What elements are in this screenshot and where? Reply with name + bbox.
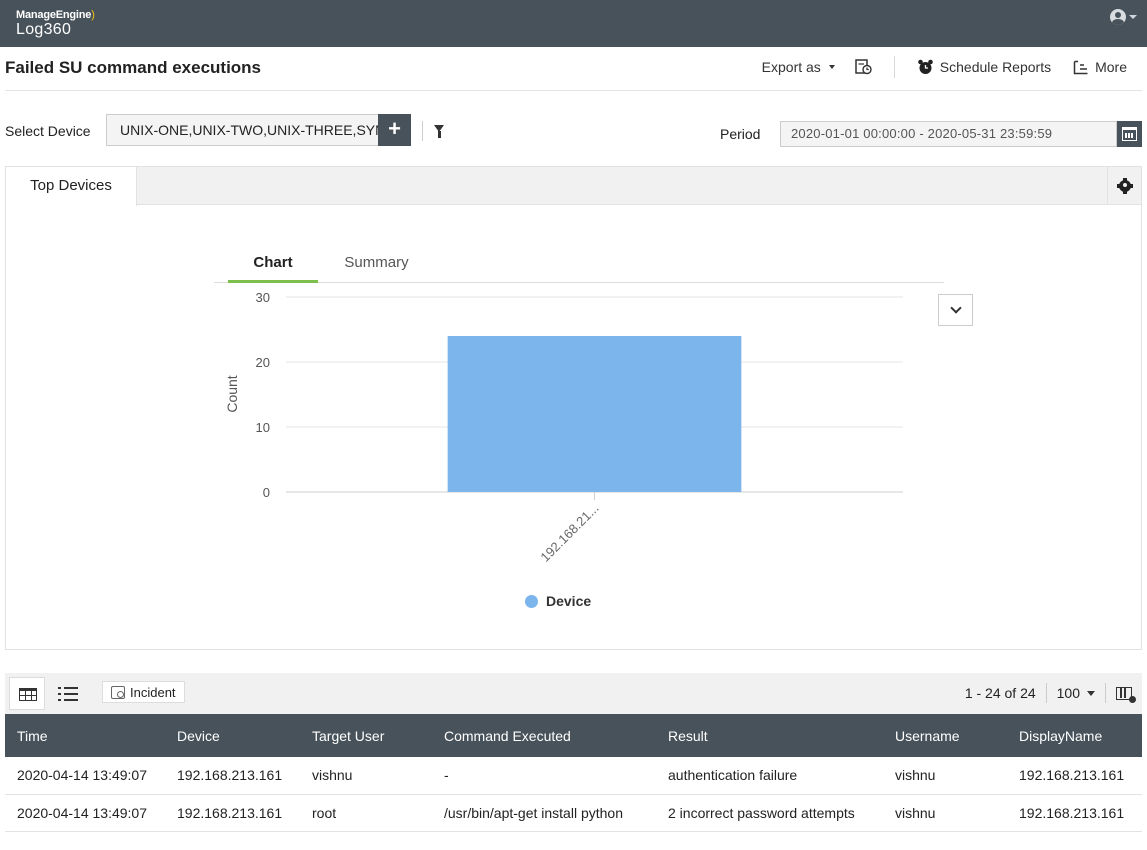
- panel-header: Top Devices: [6, 167, 1141, 206]
- column-command-executed-cell: -: [444, 767, 449, 784]
- bar-192.168.21...[interactable]: [447, 336, 742, 492]
- column-settings-icon[interactable]: [1116, 686, 1136, 703]
- legend-swatch: [525, 594, 538, 608]
- list-icon: [58, 687, 78, 701]
- column-target-user-cell: root: [312, 804, 337, 821]
- y-tick-label: 10: [256, 420, 270, 435]
- column-device-header[interactable]: Device: [165, 714, 300, 757]
- calendar-button[interactable]: [1117, 121, 1142, 147]
- column-time-cell: 2020-04-14 13:49:07: [17, 767, 147, 784]
- column-target-user-header[interactable]: Target User: [300, 714, 432, 757]
- vendor-logo: ManageEngine): [16, 9, 95, 21]
- table-toolbar: Incident 1 - 24 of 24 100: [5, 673, 1142, 714]
- tab-chart[interactable]: Chart: [228, 252, 318, 283]
- grid-view-button[interactable]: [9, 677, 45, 710]
- top-bar: ManageEngine) Log360: [0, 0, 1147, 47]
- period-field[interactable]: 2020-01-01 00:00:00 - 2020-05-31 23:59:5…: [780, 121, 1117, 147]
- chevron-down-icon: [950, 302, 962, 314]
- page-title: Failed SU command executions: [5, 58, 262, 77]
- column-username-header[interactable]: Username: [883, 714, 1007, 757]
- add-device-button[interactable]: +: [378, 114, 411, 146]
- x-tick-label: 192.168.21...: [537, 501, 601, 565]
- more-options-icon: [1073, 60, 1088, 74]
- divider: [1105, 683, 1106, 703]
- legend-label: Device: [546, 593, 592, 609]
- header-divider: [5, 90, 1142, 91]
- gear-icon: [1117, 180, 1133, 192]
- chart-bars: [447, 336, 742, 492]
- tab-top-devices[interactable]: Top Devices: [6, 167, 137, 206]
- y-axis-ticks: 0 10 20 30: [256, 290, 270, 500]
- column-time-cell: 2020-04-14 13:49:07: [17, 804, 147, 821]
- bar-chart: 0 10 20 30 Count 192.168.21...: [224, 290, 903, 565]
- column-device-cell: 192.168.213.161: [177, 804, 283, 821]
- column-result-cell: authentication failure: [668, 767, 798, 784]
- column-displayname-header[interactable]: DisplayName: [1007, 714, 1142, 757]
- incident-search-icon: [111, 685, 125, 699]
- incident-button[interactable]: Incident: [102, 681, 185, 703]
- column-result-header[interactable]: Result: [656, 714, 883, 757]
- export-as-button[interactable]: Export as: [762, 59, 835, 75]
- column-time-header[interactable]: Time: [5, 714, 165, 757]
- table-body: 2020-04-14 13:49:07 192.168.213.161 vishnu…: [5, 757, 1142, 831]
- table-row[interactable]: 2020-04-14 13:49:07 192.168.213.161 vishnu…: [5, 757, 1142, 794]
- column-displayname-cell: 192.168.213.161: [1019, 804, 1125, 821]
- column-username-cell: vishnu: [895, 804, 936, 821]
- chart-view-tabs: Chart Summary: [214, 252, 944, 283]
- list-view-button[interactable]: [50, 677, 86, 710]
- chart-type-dropdown[interactable]: [938, 294, 973, 326]
- y-tick-label: 20: [256, 355, 270, 370]
- y-tick-label: 30: [256, 290, 270, 305]
- chevron-down-icon: [1087, 690, 1095, 696]
- more-button[interactable]: More: [1073, 59, 1127, 75]
- divider: [1045, 683, 1047, 703]
- calendar-icon: [1122, 127, 1137, 141]
- schedule-reports-button[interactable]: Schedule Reports: [917, 59, 1051, 75]
- chart-legend[interactable]: Device: [525, 593, 591, 609]
- page-size-select[interactable]: 100: [1057, 685, 1095, 701]
- y-tick-label: 0: [263, 485, 270, 500]
- chevron-down-icon: [828, 65, 835, 69]
- report-history-icon: [855, 59, 872, 75]
- top-devices-panel: Top Devices Chart Summary 0 10 20 30 Count …: [5, 166, 1142, 650]
- divider: [422, 121, 423, 141]
- tab-summary[interactable]: Summary: [329, 252, 424, 283]
- panel-settings-button[interactable]: [1107, 167, 1141, 205]
- column-command-executed-cell: /usr/bin/apt-get install python: [444, 804, 623, 821]
- column-device-cell: 192.168.213.161: [177, 767, 283, 784]
- device-selector-field[interactable]: UNIX-ONE,UNIX-TWO,UNIX-THREE,SYM: [106, 114, 378, 146]
- pagination: 1 - 24 of 24 100: [964, 683, 1136, 703]
- column-result-cell: 2 incorrect password attempts: [668, 804, 855, 821]
- column-command-executed-header[interactable]: Command Executed: [432, 714, 656, 757]
- table-grid-icon: [19, 688, 37, 701]
- period-label: Period: [720, 126, 761, 142]
- alarm-clock-icon: [917, 59, 933, 74]
- user-avatar-icon[interactable]: [1110, 9, 1126, 25]
- x-axis-ticks: 192.168.21...: [537, 492, 602, 565]
- column-target-user-cell: vishnu: [312, 767, 353, 784]
- select-device-label: Select Device: [5, 123, 91, 139]
- chevron-down-icon: [1129, 15, 1137, 19]
- column-displayname-cell: 192.168.213.161: [1019, 767, 1125, 784]
- table-header-row: Time Device Target User Command Executed Res…: [5, 714, 1142, 757]
- divider: [893, 56, 895, 78]
- y-axis-label: Count: [224, 375, 240, 412]
- filter-icon[interactable]: [434, 125, 444, 138]
- product-logo[interactable]: Log360: [16, 21, 71, 39]
- report-actions: Export as Schedule Reports More: [762, 56, 1127, 78]
- results-table: Time Device Target User Command Executed Res…: [5, 714, 1142, 832]
- user-menu[interactable]: [1110, 9, 1137, 25]
- table-row[interactable]: 2020-04-14 13:49:07 192.168.213.161 root/u…: [5, 794, 1142, 831]
- record-range: 1 - 24 of 24: [964, 685, 1036, 701]
- column-username-cell: vishnu: [895, 767, 936, 784]
- pdf-report-button[interactable]: [855, 59, 872, 75]
